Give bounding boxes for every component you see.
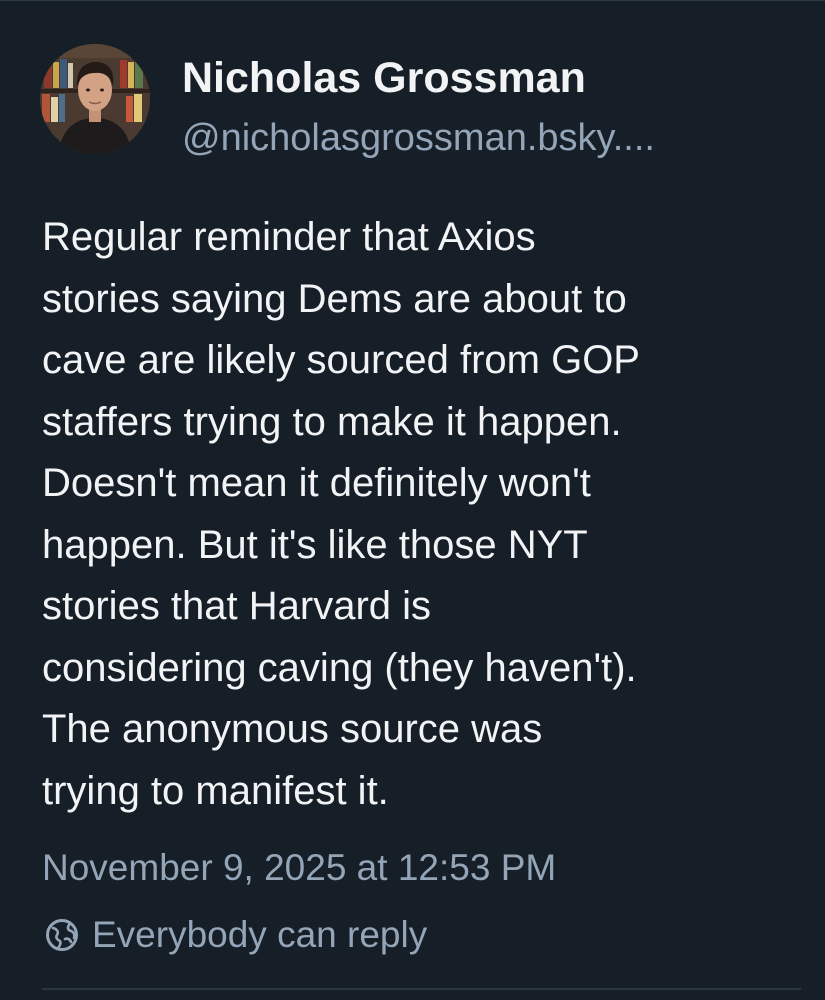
avatar[interactable]: [40, 44, 150, 154]
reply-setting-button[interactable]: Everybody can reply: [42, 910, 427, 960]
avatar-photo: [40, 44, 150, 154]
bottom-divider: [42, 988, 801, 990]
post-text-line: Doesn't mean it definitely won't: [42, 461, 591, 505]
post-text-line: cave are likely sourced from GOP: [42, 338, 640, 382]
author-header[interactable]: Nicholas Grossman @nicholasgrossman.bsky…: [182, 52, 802, 162]
top-divider: [0, 0, 825, 1]
post-timestamp[interactable]: November 9, 2025 at 12:53 PM: [42, 844, 556, 892]
post-text-line: Regular reminder that Axios: [42, 215, 536, 259]
post-text-line: stories saying Dems are about to: [42, 276, 627, 321]
globe-icon: [42, 915, 82, 955]
post-text-line: trying to manifest it.: [42, 768, 389, 813]
reply-setting-label: Everybody can reply: [92, 914, 428, 955]
author-display-name[interactable]: Nicholas Grossman: [182, 52, 802, 104]
post-text-line: considering caving (they haven't).: [42, 645, 637, 690]
post-text-line: happen. But it's like those NYT: [42, 522, 588, 567]
post-text: Regular reminder that Axios stories sayi…: [42, 207, 802, 822]
post-text-line: stories that Harvard is: [42, 584, 432, 628]
post-thread-item: Nicholas Grossman @nicholasgrossman.bsky…: [0, 0, 825, 1000]
post-text-line: staffers trying to make it happen.: [42, 399, 622, 444]
post-text-line: The anonymous source was: [42, 707, 543, 751]
author-handle[interactable]: @nicholasgrossman.bsky....: [182, 114, 802, 162]
